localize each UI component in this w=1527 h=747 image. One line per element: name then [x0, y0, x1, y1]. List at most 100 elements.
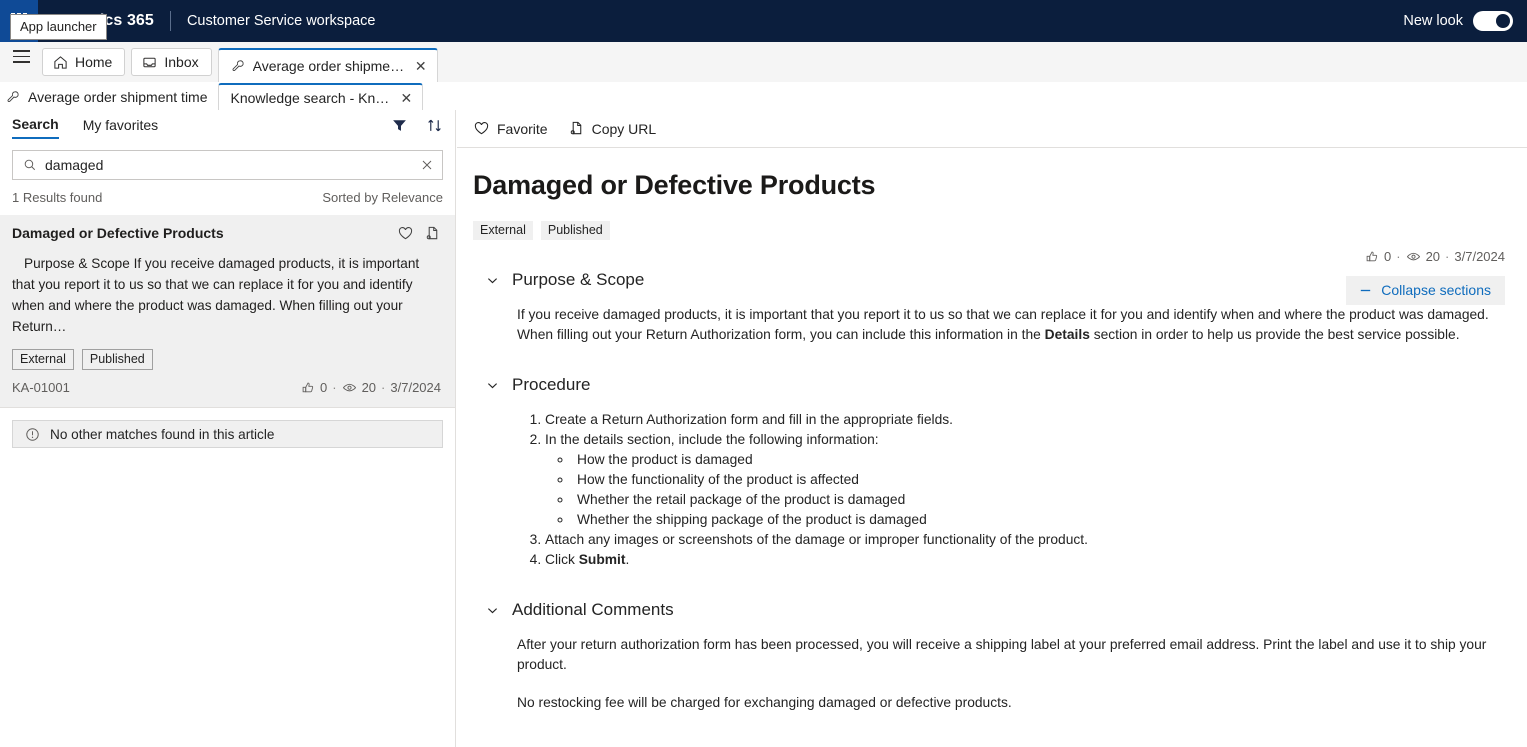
result-meta: KA-01001 0 · 20 · 3/7/2024 [12, 380, 441, 395]
meta-separator: · [1396, 249, 1401, 264]
tab-label: Average order shipment ti... [252, 58, 405, 74]
chevron-down-icon[interactable] [485, 273, 500, 288]
new-look-toggle[interactable] [1473, 11, 1513, 31]
status-badge: Published [81, 349, 153, 370]
section-procedure: Procedure Create a Return Authorization … [473, 375, 1505, 570]
toggle-knob [1496, 14, 1510, 28]
list-item: Whether the retail package of the produc… [573, 490, 1505, 510]
section-content: After your return authorization form has… [473, 635, 1505, 713]
section-title: Procedure [512, 375, 591, 394]
list-item: Attach any images or screenshots of the … [545, 530, 1505, 550]
search-input[interactable]: damaged [45, 157, 412, 173]
command-bar: Favorite Copy URL [457, 110, 1527, 148]
list-item: Click Submit. [545, 550, 1505, 570]
knowledge-search-panel: Search My favorites damaged 1 Results fo… [0, 110, 456, 747]
likes-count: 0 [1384, 249, 1392, 264]
result-card-header: Damaged or Defective Products [12, 225, 441, 242]
status-badge: External [473, 221, 533, 240]
chevron-down-icon[interactable] [485, 603, 500, 618]
paragraph: After your return authorization form has… [517, 637, 1487, 672]
list-item-text: Click [545, 552, 579, 567]
sort-label[interactable]: Sorted by Relevance [322, 190, 443, 205]
copy-link-icon[interactable] [424, 225, 441, 242]
tab-average-order-shipment-time[interactable]: Average order shipment ti... ✕ [217, 48, 438, 82]
results-count: 1 Results found [12, 190, 103, 205]
session-tab-strip: Home Inbox Average order shipment ti... … [0, 42, 1527, 82]
section-content: If you receive damaged products, it is i… [473, 305, 1505, 345]
paragraph: If you receive damaged products, it is i… [517, 305, 1505, 345]
tab-search[interactable]: Search [12, 116, 59, 139]
copy-url-label: Copy URL [591, 120, 657, 137]
collapse-sections-label: Collapse sections [1381, 282, 1491, 298]
session-item-average-order-shipment-time[interactable]: Average order shipment time [0, 84, 218, 110]
section-additional-comments: Additional Comments After your return au… [473, 600, 1505, 713]
session-item-label: Average order shipment time [28, 89, 208, 105]
paragraph-emphasis: Details [1044, 327, 1090, 342]
section-title: Additional Comments [512, 600, 674, 619]
close-icon[interactable]: ✕ [413, 56, 429, 76]
article-number: KA-01001 [12, 380, 70, 395]
new-look-label: New look [1403, 13, 1463, 29]
app-bar-right: New look [1403, 11, 1527, 31]
page-title: Damaged or Defective Products [473, 170, 876, 200]
app-bar: Dynamics 365 Customer Service workspace … [0, 0, 1527, 42]
inbox-icon [142, 55, 157, 70]
list-item: How the product is damaged [573, 450, 1505, 470]
search-icon [23, 158, 37, 172]
hamburger-icon[interactable] [0, 42, 42, 82]
heart-icon[interactable] [397, 225, 414, 242]
search-panel-tabs: Search My favorites [0, 112, 455, 142]
meta-separator: · [332, 380, 337, 395]
favorite-label: Favorite [497, 120, 548, 137]
section-title: Purpose & Scope [512, 270, 645, 289]
likes-count: 0 [320, 380, 328, 395]
article-pane: Favorite Copy URL Damaged or Defective P… [457, 110, 1527, 747]
chevron-down-icon[interactable] [485, 378, 500, 393]
wrench-icon [6, 90, 20, 104]
clear-search-icon[interactable] [420, 158, 434, 172]
tab-knowledge-search[interactable]: Knowledge search - Knowled... ✕ [217, 83, 424, 110]
close-icon[interactable]: ✕ [399, 88, 415, 108]
home-label: Home [75, 54, 113, 70]
meta-separator: · [381, 380, 386, 395]
list-item-text: In the details section, include the foll… [545, 432, 879, 447]
session-sub-strip: Average order shipment time Knowledge se… [0, 82, 1527, 110]
heart-icon [473, 120, 490, 137]
eye-icon [1406, 249, 1421, 264]
article-body: Damaged or Defective Products External P… [457, 148, 1527, 713]
section-header[interactable]: Procedure [473, 375, 1505, 395]
status-badge: Published [540, 221, 610, 240]
wrench-icon [231, 59, 245, 73]
collapse-sections-button[interactable]: Collapse sections [1346, 276, 1505, 305]
no-matches-banner: No other matches found in this article [12, 420, 443, 448]
result-card-icons [397, 225, 441, 242]
modified-date: 3/7/2024 [1454, 249, 1505, 264]
tab-my-favorites[interactable]: My favorites [83, 117, 158, 138]
favorite-button[interactable]: Favorite [473, 120, 548, 137]
inbox-button[interactable]: Inbox [131, 48, 212, 76]
result-title[interactable]: Damaged or Defective Products [12, 225, 224, 241]
result-chips: External Published [12, 349, 441, 370]
thumbs-up-icon [1365, 250, 1379, 264]
search-result-card[interactable]: Damaged or Defective Products Purpose & … [0, 215, 455, 408]
list-item-emphasis: Submit [578, 552, 626, 567]
article-stats: 0 · 20 · 3/7/2024 [1365, 249, 1505, 264]
paragraph: No restocking fee will be charged for ex… [517, 695, 1012, 710]
home-button[interactable]: Home [42, 48, 126, 76]
thumbs-up-icon [301, 381, 315, 395]
copy-url-button[interactable]: Copy URL [568, 120, 657, 137]
no-matches-text: No other matches found in this article [50, 426, 275, 442]
list-item: Whether the shipping package of the prod… [573, 510, 1505, 530]
search-input-wrapper[interactable]: damaged [12, 150, 443, 180]
filter-icon[interactable] [391, 117, 408, 134]
list-item: In the details section, include the foll… [545, 430, 1505, 530]
sort-icon[interactable] [426, 117, 443, 134]
section-header[interactable]: Additional Comments [473, 600, 1505, 620]
status-badge: External [12, 349, 74, 370]
home-icon [53, 55, 68, 70]
copy-link-icon [568, 120, 585, 137]
search-panel-actions [391, 117, 443, 138]
list-item: Create a Return Authorization form and f… [545, 410, 1505, 430]
list-item: How the functionality of the product is … [573, 470, 1505, 490]
paragraph-text: section in order to help us provide the … [1089, 327, 1460, 342]
